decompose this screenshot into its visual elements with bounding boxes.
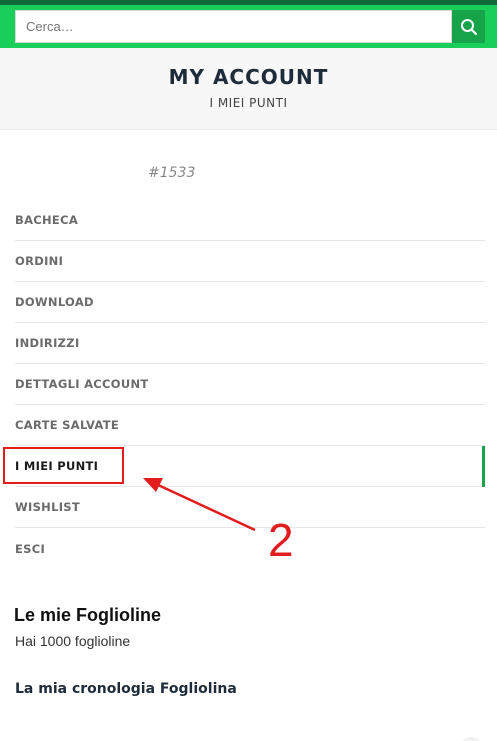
points-summary: Hai 1000 foglioline (15, 633, 131, 649)
annotation-number: 2 (268, 514, 294, 566)
points-heading: Le mie Foglioline (14, 605, 162, 625)
annotation-arrow-icon (143, 478, 256, 532)
history-heading: La mia cronologia Fogliolina (15, 681, 237, 697)
